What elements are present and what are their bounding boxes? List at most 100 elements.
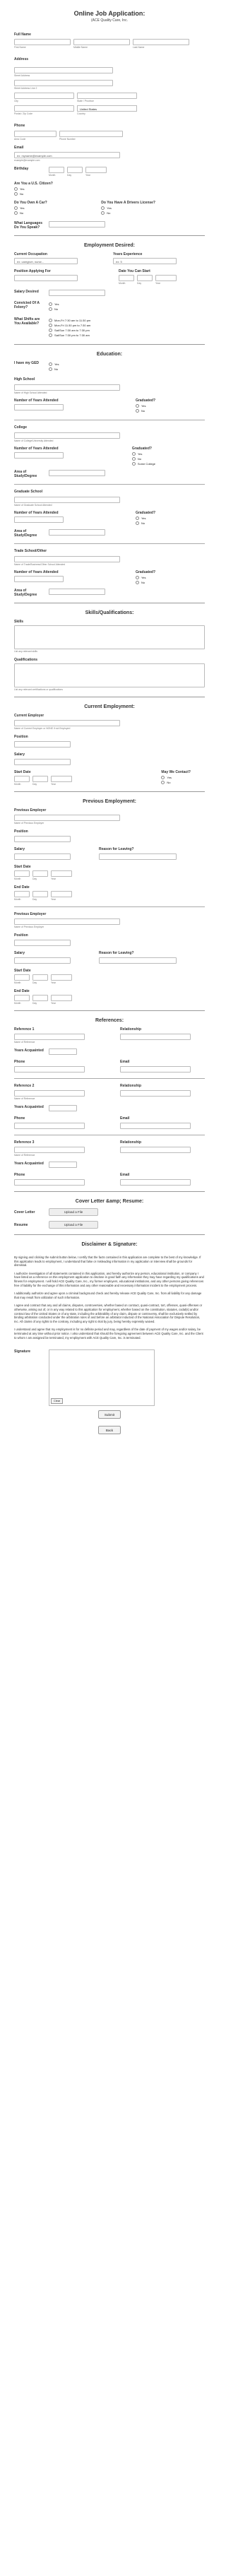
reason-input[interactable] [99, 957, 177, 964]
cover-letter-upload-button[interactable]: Upload a File [49, 1208, 98, 1216]
current-employer-input[interactable] [14, 720, 120, 726]
languages-input[interactable] [49, 221, 105, 228]
years-exp-input[interactable]: ex: 5 [113, 258, 177, 264]
radio-icon[interactable] [49, 319, 52, 322]
radio-icon[interactable] [49, 362, 52, 366]
college-grad-no-option[interactable]: No [131, 457, 155, 461]
radio-icon[interactable] [135, 521, 139, 525]
current-position-input[interactable] [14, 741, 71, 748]
country-select[interactable]: United States [77, 105, 137, 112]
radio-icon[interactable] [135, 404, 139, 408]
phone-number-input[interactable] [59, 131, 123, 137]
radio-icon[interactable] [135, 576, 139, 579]
license-yes-option[interactable]: Yes [101, 206, 155, 210]
trade-area-input[interactable] [49, 589, 105, 595]
car-no-option[interactable]: No [14, 211, 47, 215]
citizen-yes-option[interactable]: Yes [14, 187, 205, 191]
radio-icon[interactable] [135, 516, 139, 520]
trade-yes-option[interactable]: Yes [135, 576, 155, 579]
radio-icon[interactable] [135, 409, 139, 413]
radio-icon[interactable] [49, 333, 52, 337]
prev-employer-input[interactable] [14, 815, 120, 821]
college-input[interactable] [14, 432, 120, 439]
radio-icon[interactable] [161, 781, 165, 784]
prev-start-month[interactable] [14, 974, 30, 981]
radio-icon[interactable] [49, 307, 52, 311]
college-grad-yes-option[interactable]: Yes [131, 452, 155, 456]
ref-phone-input[interactable] [14, 1123, 85, 1129]
felony-yes-option[interactable]: Yes [49, 302, 59, 306]
quals-textarea[interactable] [14, 663, 205, 687]
radio-icon[interactable] [14, 187, 18, 191]
prev-end-year[interactable] [51, 891, 72, 897]
radio-icon[interactable] [14, 192, 18, 196]
salary-desired-input[interactable] [49, 290, 105, 296]
skills-textarea[interactable] [14, 625, 205, 649]
birth-year-input[interactable] [85, 167, 107, 173]
radio-icon[interactable] [14, 206, 18, 210]
prev-salary-input[interactable] [14, 853, 71, 860]
grad-yes-option[interactable]: Yes [135, 516, 155, 520]
license-no-option[interactable]: No [101, 211, 155, 215]
grad-area-input[interactable] [49, 529, 105, 536]
graduate-school-input[interactable] [14, 497, 120, 503]
radio-icon[interactable] [161, 776, 165, 779]
car-yes-option[interactable]: Yes [14, 206, 47, 210]
trade-years-input[interactable] [14, 576, 64, 582]
ref-phone-input[interactable] [14, 1179, 85, 1186]
shift-option[interactable]: Mon-Fri 7:30 am to 11:30 pm [49, 319, 90, 322]
prev-position-input[interactable] [14, 940, 71, 946]
hs-grad-yes-option[interactable]: Yes [135, 404, 155, 408]
radio-icon[interactable] [49, 329, 52, 332]
reference-name-input[interactable] [14, 1034, 85, 1040]
prev-end-month[interactable] [14, 995, 30, 1001]
citizen-no-option[interactable]: No [14, 192, 205, 196]
ged-yes-option[interactable]: Yes [49, 362, 59, 366]
relationship-input[interactable] [120, 1090, 191, 1097]
college-some-option[interactable]: Some College [131, 462, 155, 466]
reason-input[interactable] [99, 853, 177, 860]
prev-salary-input[interactable] [14, 957, 71, 964]
prev-start-day[interactable] [32, 974, 48, 981]
ged-no-option[interactable]: No [49, 367, 59, 371]
email-input[interactable]: ex: myname@example.com [14, 152, 120, 158]
hs-grad-no-option[interactable]: No [135, 409, 155, 413]
first-name-input[interactable] [14, 39, 71, 45]
grad-no-option[interactable]: No [135, 521, 155, 525]
prev-end-year[interactable] [51, 995, 72, 1001]
prev-end-day[interactable] [32, 995, 48, 1001]
ref-email-input[interactable] [120, 1066, 191, 1073]
occupation-input[interactable]: ex: caregiver, nurse... [14, 258, 78, 264]
birth-month-input[interactable] [49, 167, 64, 173]
submit-button[interactable]: Submit [98, 1410, 121, 1419]
years-acquainted-input[interactable] [49, 1048, 77, 1055]
last-name-input[interactable] [133, 39, 189, 45]
state-input[interactable] [77, 93, 137, 99]
years-acquainted-input[interactable] [49, 1105, 77, 1111]
birth-day-input[interactable] [67, 167, 83, 173]
radio-icon[interactable] [14, 211, 18, 215]
back-button[interactable]: Back [98, 1426, 121, 1435]
middle-name-input[interactable] [73, 39, 130, 45]
grad-years-input[interactable] [14, 516, 64, 523]
prev-start-year[interactable] [51, 974, 72, 981]
clear-signature-button[interactable]: Clear [51, 1398, 64, 1405]
years-acquainted-input[interactable] [49, 1162, 77, 1168]
resume-upload-button[interactable]: Upload a File [49, 1221, 98, 1229]
current-start-month[interactable] [14, 776, 30, 782]
prev-position-input[interactable] [14, 836, 71, 842]
shift-option[interactable]: Sat/Sun 7:30 pm to 7:30 am [49, 333, 90, 337]
prev-start-year[interactable] [51, 870, 72, 877]
reference-name-input[interactable] [14, 1147, 85, 1153]
contact-no-option[interactable]: No [161, 781, 191, 784]
prev-end-day[interactable] [32, 891, 48, 897]
radio-icon[interactable] [49, 324, 52, 327]
current-start-day[interactable] [32, 776, 48, 782]
radio-icon[interactable] [101, 206, 105, 210]
shift-option[interactable]: Mon-Fri 11:30 pm to 7:30 am [49, 324, 90, 327]
prev-employer-input[interactable] [14, 918, 120, 925]
college-area-input[interactable] [49, 470, 105, 476]
college-years-input[interactable] [14, 452, 64, 459]
area-code-input[interactable] [14, 131, 56, 137]
radio-icon[interactable] [135, 581, 139, 584]
